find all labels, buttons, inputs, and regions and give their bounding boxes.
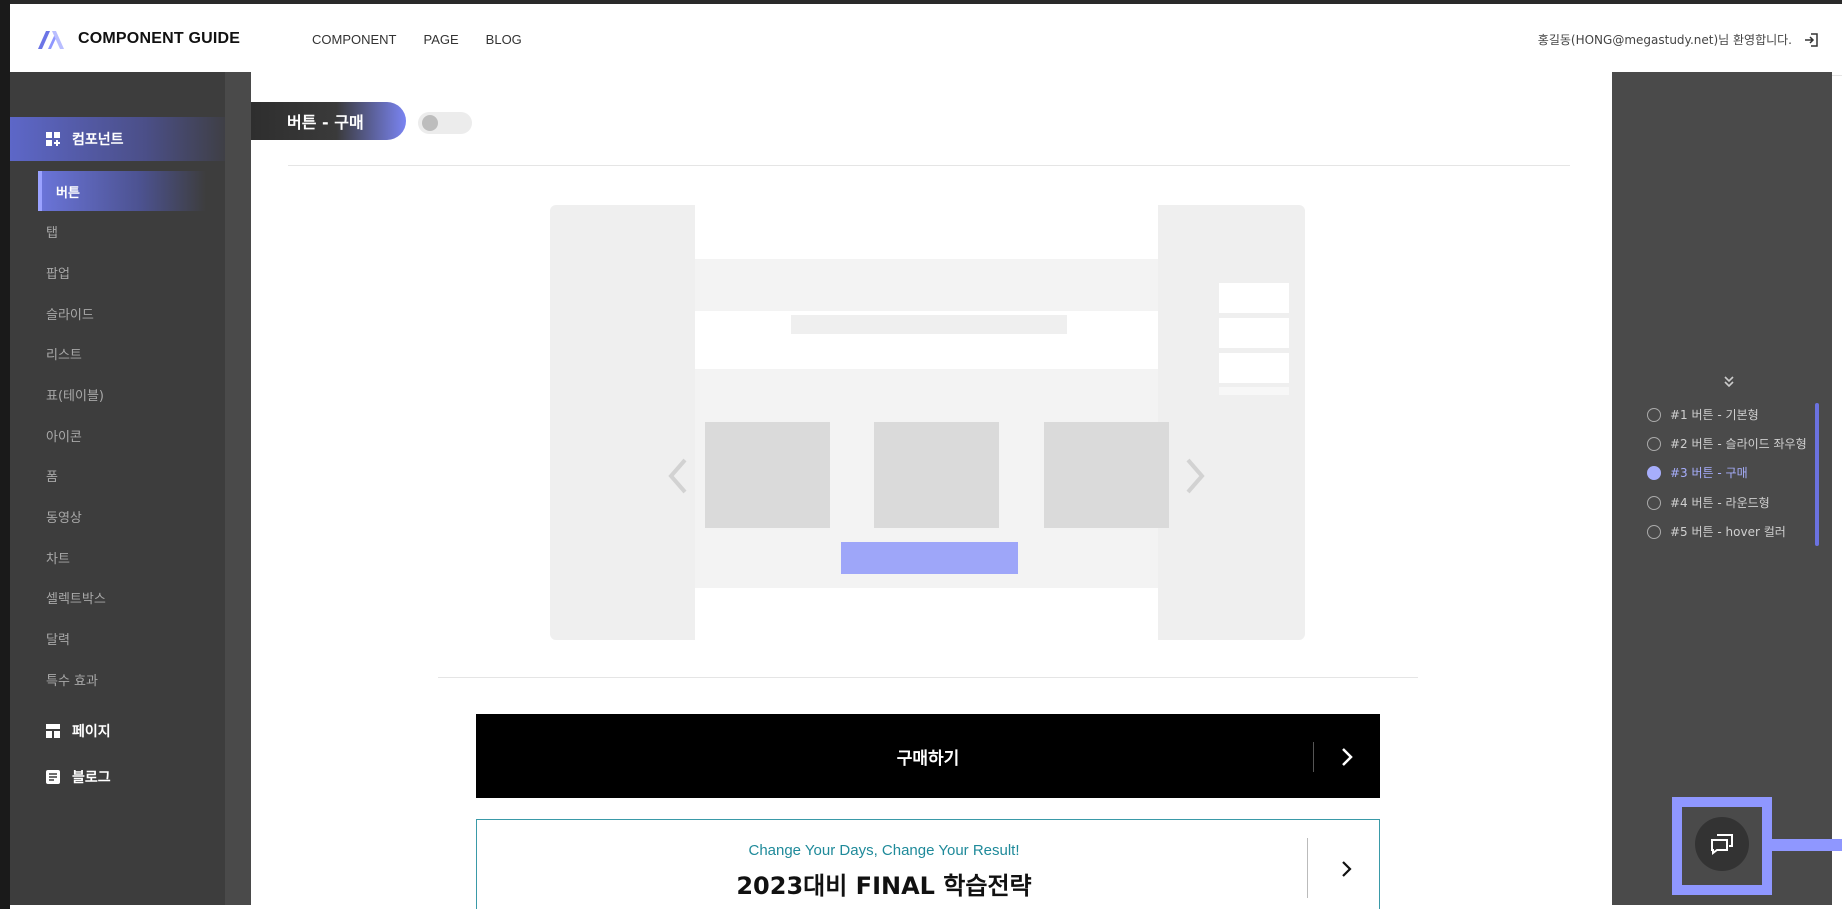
chat-highlight-connector [1772, 839, 1842, 851]
toc-item-5[interactable]: #5 버튼 - hover 컬러 [1647, 523, 1786, 540]
section-title: 버튼 - 구매 [251, 102, 406, 140]
document-icon [46, 770, 60, 784]
sidebar-item-slide[interactable]: 슬라이드 [46, 304, 94, 323]
logo-text: COMPONENT GUIDE [78, 30, 241, 47]
radio-dot-icon [1647, 436, 1661, 451]
sidebar-category-label: 페이지 [72, 724, 111, 740]
radio-dot-icon [1647, 465, 1661, 480]
header: COMPONENT GUIDE COMPONENT PAGE BLOG 홍길동(… [10, 4, 1842, 76]
section-divider [288, 165, 1570, 166]
toc-item-label: #4 버튼 - 라운드형 [1670, 496, 1770, 510]
wireframe-right-panel [1158, 205, 1305, 640]
toc-item-label: #3 버튼 - 구매 [1670, 466, 1748, 480]
wireframe-header-band [695, 259, 1158, 311]
sidebar: 컴포넌트 버튼 탭 팝업 슬라이드 리스트 표(테이블) 아이콘 폼 동영상 차… [10, 72, 235, 905]
logo[interactable]: COMPONENT GUIDE [36, 28, 240, 50]
wireframe-side-line [1219, 387, 1289, 395]
wireframe-card [705, 422, 830, 528]
nav-page[interactable]: PAGE [424, 32, 459, 47]
buy-button-separator [1313, 742, 1314, 772]
chat-icon [1711, 834, 1733, 855]
radio-dot-icon [1647, 407, 1661, 422]
sidebar-item-table[interactable]: 표(테이블) [46, 385, 104, 404]
chat-button[interactable] [1695, 817, 1749, 871]
toc-item-1[interactable]: #1 버튼 - 기본형 [1647, 406, 1759, 423]
double-chevron-down-icon[interactable] [1722, 375, 1736, 389]
wireframe-title-bar [791, 315, 1067, 334]
sidebar-item-list[interactable]: 리스트 [46, 344, 82, 363]
sidebar-item-form[interactable]: 폼 [46, 466, 58, 485]
code-toggle[interactable] [418, 112, 472, 134]
nav-blog[interactable]: BLOG [486, 32, 522, 47]
toc-item-4[interactable]: #4 버튼 - 라운드형 [1647, 494, 1770, 511]
toggle-knob [422, 115, 438, 131]
wireframe-side-box [1219, 353, 1289, 383]
chevron-right-icon [1342, 861, 1352, 877]
buy-button-label: 구매하기 [896, 748, 960, 769]
sidebar-item-icon[interactable]: 아이콘 [46, 426, 82, 445]
layout-icon [46, 724, 60, 738]
radio-dot-icon [1647, 495, 1661, 510]
radio-dot-icon [1647, 524, 1661, 539]
chevron-left-icon[interactable] [665, 456, 693, 496]
toc-scrollbar[interactable] [1815, 403, 1819, 546]
promo-subtitle: Change Your Days, Change Your Result! [748, 842, 1020, 859]
toc-item-label: #2 버튼 - 슬라이드 좌우형 [1670, 437, 1807, 451]
buy-button[interactable]: 구매하기 [476, 714, 1380, 798]
promo-separator [1307, 838, 1308, 898]
toc-item-label: #1 버튼 - 기본형 [1670, 408, 1759, 422]
toc-item-label: #5 버튼 - hover 컬러 [1670, 525, 1786, 539]
wireframe-buy-button [841, 542, 1018, 574]
toc-panel [1612, 72, 1832, 905]
sidebar-category-component[interactable]: 컴포넌트 [10, 117, 235, 161]
welcome-text: 홍길동(HONG@megastudy.net)님 환영합니다. [1537, 33, 1792, 47]
chevron-right-icon [1342, 748, 1353, 766]
toc-item-3[interactable]: #3 버튼 - 구매 [1647, 464, 1748, 481]
promo-button[interactable]: Change Your Days, Change Your Result! 20… [476, 819, 1380, 909]
wireframe-card [874, 422, 999, 528]
sidebar-edge [225, 72, 251, 905]
sidebar-item-effects[interactable]: 특수 효과 [46, 670, 98, 689]
sidebar-category-label: 컴포넌트 [72, 132, 124, 148]
sidebar-item-label: 버튼 [56, 185, 80, 201]
sidebar-item-calendar[interactable]: 달력 [46, 629, 70, 648]
sidebar-item-popup[interactable]: 팝업 [46, 263, 70, 282]
chevron-right-icon[interactable] [1180, 456, 1208, 496]
wireframe-side-box [1219, 318, 1289, 348]
toc-item-2[interactable]: #2 버튼 - 슬라이드 좌우형 [1647, 435, 1807, 452]
nav-component[interactable]: COMPONENT [312, 32, 397, 47]
sidebar-category-label: 블로그 [72, 770, 111, 786]
window-left-strip [0, 0, 10, 909]
sidebar-category-blog[interactable]: 블로그 [10, 755, 111, 799]
logout-icon[interactable] [1804, 32, 1820, 48]
top-nav: COMPONENT PAGE BLOG [312, 32, 522, 47]
wireframe-card [1044, 422, 1169, 528]
sidebar-item-button[interactable]: 버튼 [38, 171, 206, 211]
promo-title: 2023대비 FINAL 학습전략 [736, 872, 1032, 900]
grid-icon [46, 132, 60, 146]
wireframe-left-panel [550, 205, 695, 640]
logo-mark-icon [38, 31, 64, 49]
sidebar-item-chart[interactable]: 차트 [46, 548, 70, 567]
wireframe-side-box [1219, 283, 1289, 313]
sidebar-item-tab[interactable]: 탭 [46, 222, 58, 241]
sidebar-item-video[interactable]: 동영상 [46, 507, 82, 526]
sidebar-category-page[interactable]: 페이지 [10, 709, 111, 753]
sidebar-item-selectbox[interactable]: 셀렉트박스 [46, 588, 106, 607]
preview-divider [438, 677, 1418, 678]
